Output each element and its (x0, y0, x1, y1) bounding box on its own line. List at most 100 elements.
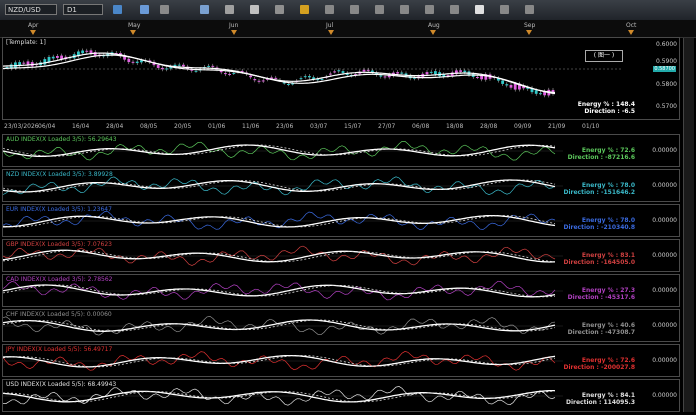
month-label: Jun (229, 22, 239, 29)
indicator-panel[interactable]: CHF INDEX(X Loaded 5/5): 0.00060 0.00000 E… (2, 309, 680, 342)
date-label: 18/08 (446, 123, 464, 130)
eraser-icon[interactable] (475, 5, 484, 14)
candle-body (249, 75, 252, 78)
date-label: 16/04 (72, 123, 90, 130)
candle-body (333, 71, 336, 73)
channel-icon[interactable] (350, 5, 359, 14)
month-label: Aug (428, 22, 440, 29)
legend-box[interactable]: ( 图一 ) (585, 50, 623, 62)
indicator-panel[interactable]: EUR INDEX(X Loaded 3/5): 1.23647 0.00000 E… (2, 204, 680, 237)
candle-body (43, 59, 47, 65)
indicator-tick: 0.00000 (652, 392, 677, 399)
indicator-panel[interactable]: NZD INDEX(X Loaded 3/5): 3.89928 0.00000 E… (2, 169, 680, 202)
indicator-panel[interactable]: JPY INDEX(X Loaded 5/5): 56.49717 0.00000… (2, 344, 680, 377)
price-tick: 0.5700 (656, 103, 677, 110)
indicator-energy: Energy % : 84.1 (581, 392, 635, 399)
indicator-tick: 0.00000 (652, 217, 677, 224)
chart-icon[interactable] (113, 5, 122, 14)
candle-body (463, 70, 467, 73)
candle-body (539, 93, 542, 95)
indicator-label: CHF INDEX(X Loaded 5/5): 0.00060 (6, 311, 112, 318)
candle-body (85, 50, 89, 52)
settings-icon[interactable] (500, 5, 509, 14)
date-label: 06/08 (412, 123, 430, 130)
candle-body (501, 80, 504, 84)
candle-body (362, 69, 366, 72)
indicator-energy: Energy % : 78.0 (581, 217, 635, 224)
window-icon[interactable] (200, 5, 209, 14)
candle-body (379, 75, 383, 77)
indicator-energy: Energy % : 72.6 (581, 357, 635, 364)
indicator-energy: Energy % : 72.6 (581, 147, 635, 154)
pencil-icon[interactable] (300, 5, 309, 14)
candle-body (505, 84, 509, 86)
indicator-tick: 0.00000 (652, 182, 677, 189)
candle-body (81, 50, 84, 54)
grid-icon[interactable] (225, 5, 234, 14)
arrow-icon[interactable] (400, 5, 409, 14)
month-marker (328, 30, 334, 35)
text-icon[interactable] (275, 5, 284, 14)
current-price-badge: 0.58700 (653, 66, 676, 72)
date-label: 01/06 (208, 123, 226, 130)
indicator-direction: Direction : -45317.6 (567, 294, 635, 301)
candle-body (480, 75, 483, 80)
candle-body (211, 65, 215, 67)
timeframe-selector[interactable]: D1 (63, 4, 103, 15)
indicator-smooth-line (3, 214, 556, 228)
candle-body (429, 71, 433, 73)
candle-body (224, 73, 227, 75)
zoom-icon[interactable] (160, 5, 169, 14)
date-label: 06/04 (38, 123, 56, 130)
date-label: 23/06 (276, 123, 294, 130)
symbol-selector[interactable]: NZD/USD (5, 4, 57, 15)
indicator-energy: Energy % : 78.0 (581, 182, 635, 189)
candle-body (194, 70, 198, 72)
price-tick: 0.5900 (656, 58, 677, 65)
trendline-icon[interactable] (325, 5, 334, 14)
candle-body (127, 58, 131, 63)
candle-body (47, 56, 51, 62)
vertical-scrollbar[interactable] (683, 38, 694, 412)
indicator-tick: 0.00000 (652, 147, 677, 154)
candle-body (366, 69, 370, 71)
month-label: May (128, 22, 141, 29)
candle-body (308, 76, 311, 78)
date-label: 28/08 (480, 123, 498, 130)
candle-body (270, 77, 273, 79)
fibonacci-icon[interactable] (375, 5, 384, 14)
indicator-energy: Energy % : 40.6 (581, 322, 635, 329)
candle-body (22, 62, 26, 64)
month-marker (30, 30, 36, 35)
price-tick: 0.5800 (656, 81, 677, 88)
candle-body (534, 90, 538, 94)
candle-body (400, 72, 404, 74)
crosshair-icon[interactable] (250, 5, 259, 14)
indicator-energy: Energy % : 27.3 (581, 287, 635, 294)
measure-icon[interactable] (450, 5, 459, 14)
indicator-panel[interactable]: AUD INDEX(X Loaded 3/5): 56.29643 0.00000… (2, 134, 680, 167)
energy-readout: Energy % : 148.4 (577, 101, 635, 108)
month-label: Oct (626, 22, 637, 29)
indicator-label: JPY INDEX(X Loaded 5/5): 56.49717 (6, 346, 113, 353)
indicator-tick: 0.00000 (652, 287, 677, 294)
candle-body (261, 80, 265, 82)
date-label: 11/06 (242, 123, 260, 130)
month-label: Apr (28, 22, 39, 29)
date-label: 23/03/2026 (4, 123, 39, 130)
indicator-tick: 0.00000 (652, 252, 677, 259)
indicator-panel[interactable]: CAD INDEX(X Loaded 3/5): 2.78562 0.00000 E… (2, 274, 680, 307)
indicator-panel[interactable]: USD INDEX(X Loaded 5/5): 68.49943 0.00000… (2, 379, 680, 412)
candle-body (228, 73, 231, 75)
indicator-label: NZD INDEX(X Loaded 3/5): 3.89928 (6, 171, 113, 178)
indicator-direction: Direction : 114095.3 (565, 399, 635, 406)
line-icon[interactable] (140, 5, 149, 14)
candle-body (161, 67, 164, 70)
shape-icon[interactable] (425, 5, 434, 14)
candle-body (320, 78, 324, 80)
price-chart-panel[interactable]: [Template: 1] ( 图一 ) 0.6000 0.5900 0.587… (2, 37, 680, 120)
indicator-panel[interactable]: GBP INDEX(X Loaded 3/5): 7.07623 0.00000 E… (2, 239, 680, 272)
candle-body (287, 83, 290, 85)
candle-body (299, 78, 303, 80)
properties-icon[interactable] (525, 5, 534, 14)
